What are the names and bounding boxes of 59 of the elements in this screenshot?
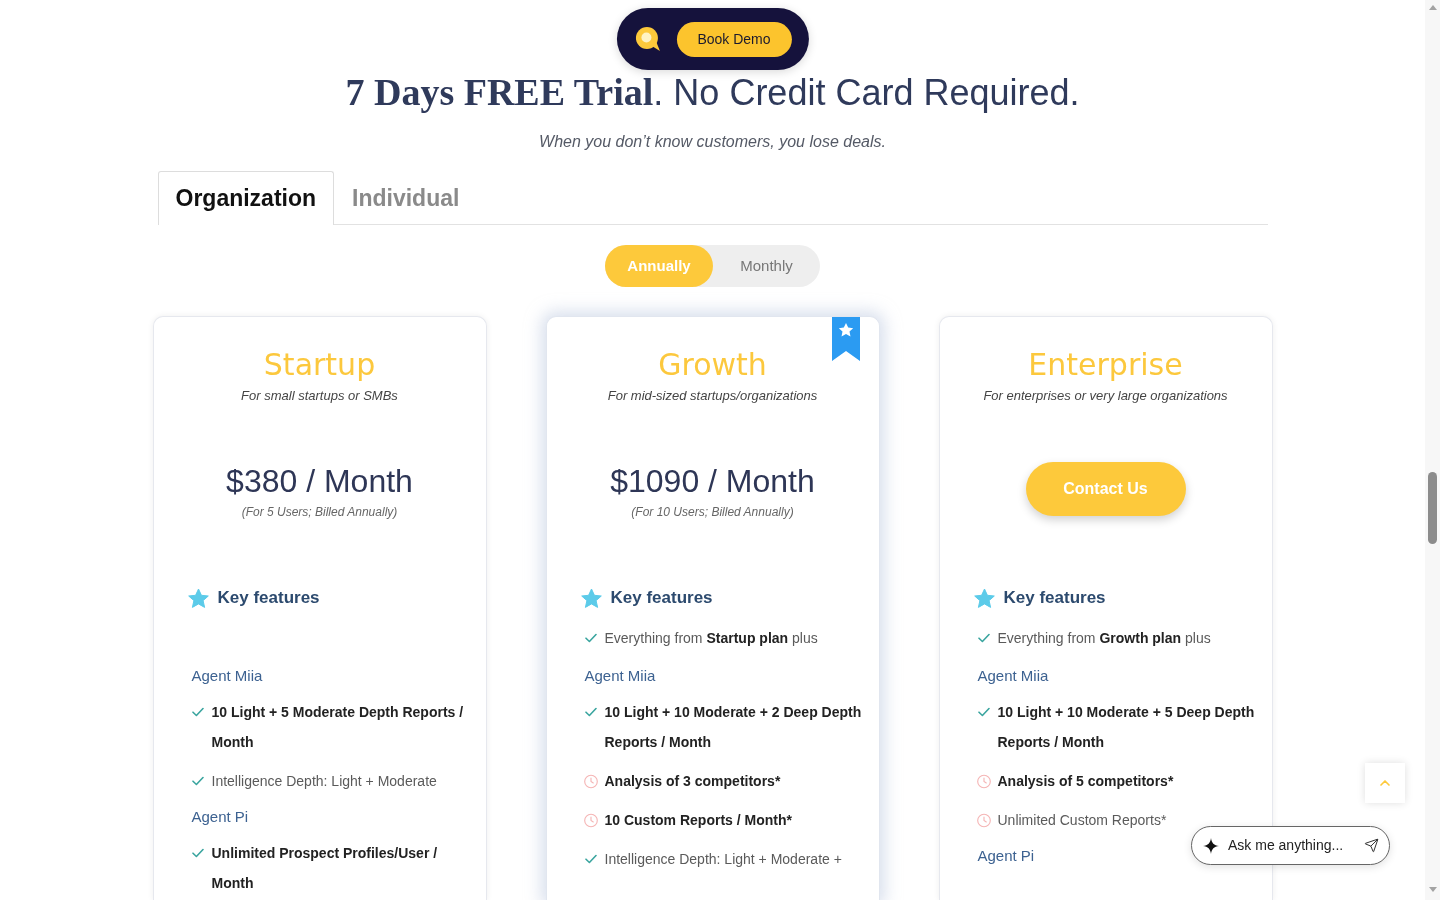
- feature-text: 10 Light + 10 Moderate + 2 Deep Depth Reports / Month: [604, 703, 863, 752]
- tab[interactable]: Individual: [334, 171, 478, 225]
- key-features-title: Key features: [217, 587, 320, 609]
- tab[interactable]: Organization: [157, 171, 335, 225]
- tagline: When you don’t know customers, you lose deals.: [539, 132, 886, 152]
- sparkle-icon: [1203, 837, 1219, 854]
- key-features-title: Key features: [1003, 587, 1106, 609]
- scroll-down-arrow-icon[interactable]: [1428, 887, 1437, 892]
- star-icon: [973, 588, 995, 608]
- section-heading: Agent Miia: [977, 666, 1049, 686]
- plan-price: $380 / Month: [226, 462, 413, 501]
- send-icon[interactable]: [1364, 838, 1379, 853]
- book-demo-button[interactable]: Book Demo: [676, 21, 792, 57]
- plan-name: Growth: [658, 346, 767, 384]
- star-icon: [187, 588, 209, 608]
- feature-text: Analysis of 3 competitors*: [604, 772, 781, 791]
- check-icon: [584, 633, 597, 643]
- feature-text: Unlimited Custom Reports*: [997, 811, 1167, 830]
- feature-text: 10 Light + 10 Moderate + 5 Deep Depth Reports / Month: [997, 703, 1256, 752]
- check-icon: [191, 776, 204, 786]
- plan-name: Startup: [263, 346, 376, 384]
- scrollbar-thumb[interactable]: [1428, 472, 1437, 544]
- feature-text: Analysis of 5 competitors*: [997, 772, 1174, 791]
- section-heading: Agent Miia: [191, 666, 263, 686]
- star-icon: [580, 588, 602, 608]
- check-icon: [977, 707, 990, 717]
- feature-text: Everything from Startup plan plus: [604, 629, 818, 648]
- billing-option[interactable]: Monthly: [713, 245, 820, 287]
- clock-icon: [583, 773, 598, 789]
- plan-description: For enterprises or very large organizations: [983, 387, 1228, 405]
- scroll-up-arrow-icon[interactable]: [1428, 5, 1437, 10]
- plan-description: For mid-sized startups/organizations: [607, 387, 818, 405]
- check-icon: [977, 633, 990, 643]
- plan-price: $1090 / Month: [610, 462, 815, 501]
- feature-text: Intelligence Depth: Light + Moderate: [211, 772, 437, 791]
- plan-name: Enterprise: [1028, 346, 1183, 384]
- key-features-title: Key features: [610, 587, 713, 609]
- clock-icon: [583, 812, 598, 828]
- chat-input[interactable]: Ask me anything...: [1191, 826, 1390, 865]
- clock-icon: [976, 812, 991, 828]
- plan-description: For small startups or SMBs: [241, 387, 398, 405]
- check-icon: [191, 707, 204, 717]
- section-heading: Agent Pi: [977, 846, 1035, 866]
- feature-text: 10 Light + 5 Moderate Depth Reports / Month: [211, 703, 465, 752]
- section-heading: Agent Miia: [584, 666, 656, 686]
- feature-text: Intelligence Depth: Light + Moderate +: [604, 850, 842, 869]
- feature-text: 10 Custom Reports / Month*: [604, 811, 792, 830]
- check-icon: [191, 848, 204, 858]
- clock-icon: [976, 773, 991, 789]
- feature-text: Unlimited Prospect Profiles/User / Month: [211, 844, 439, 893]
- check-icon: [584, 707, 597, 717]
- chat-bubble-icon: [634, 26, 661, 52]
- check-icon: [584, 854, 597, 864]
- section-heading: Agent Pi: [191, 807, 249, 827]
- headline: 7 Days FREE Trial. No Credit Card Required.: [345, 70, 1080, 115]
- ask-input-field[interactable]: Ask me anything...: [1228, 835, 1354, 856]
- price-note: (For 10 Users; Billed Annually): [631, 504, 794, 521]
- feature-text: Everything from Growth plan plus: [997, 629, 1211, 648]
- price-note: (For 5 Users; Billed Annually): [241, 504, 398, 521]
